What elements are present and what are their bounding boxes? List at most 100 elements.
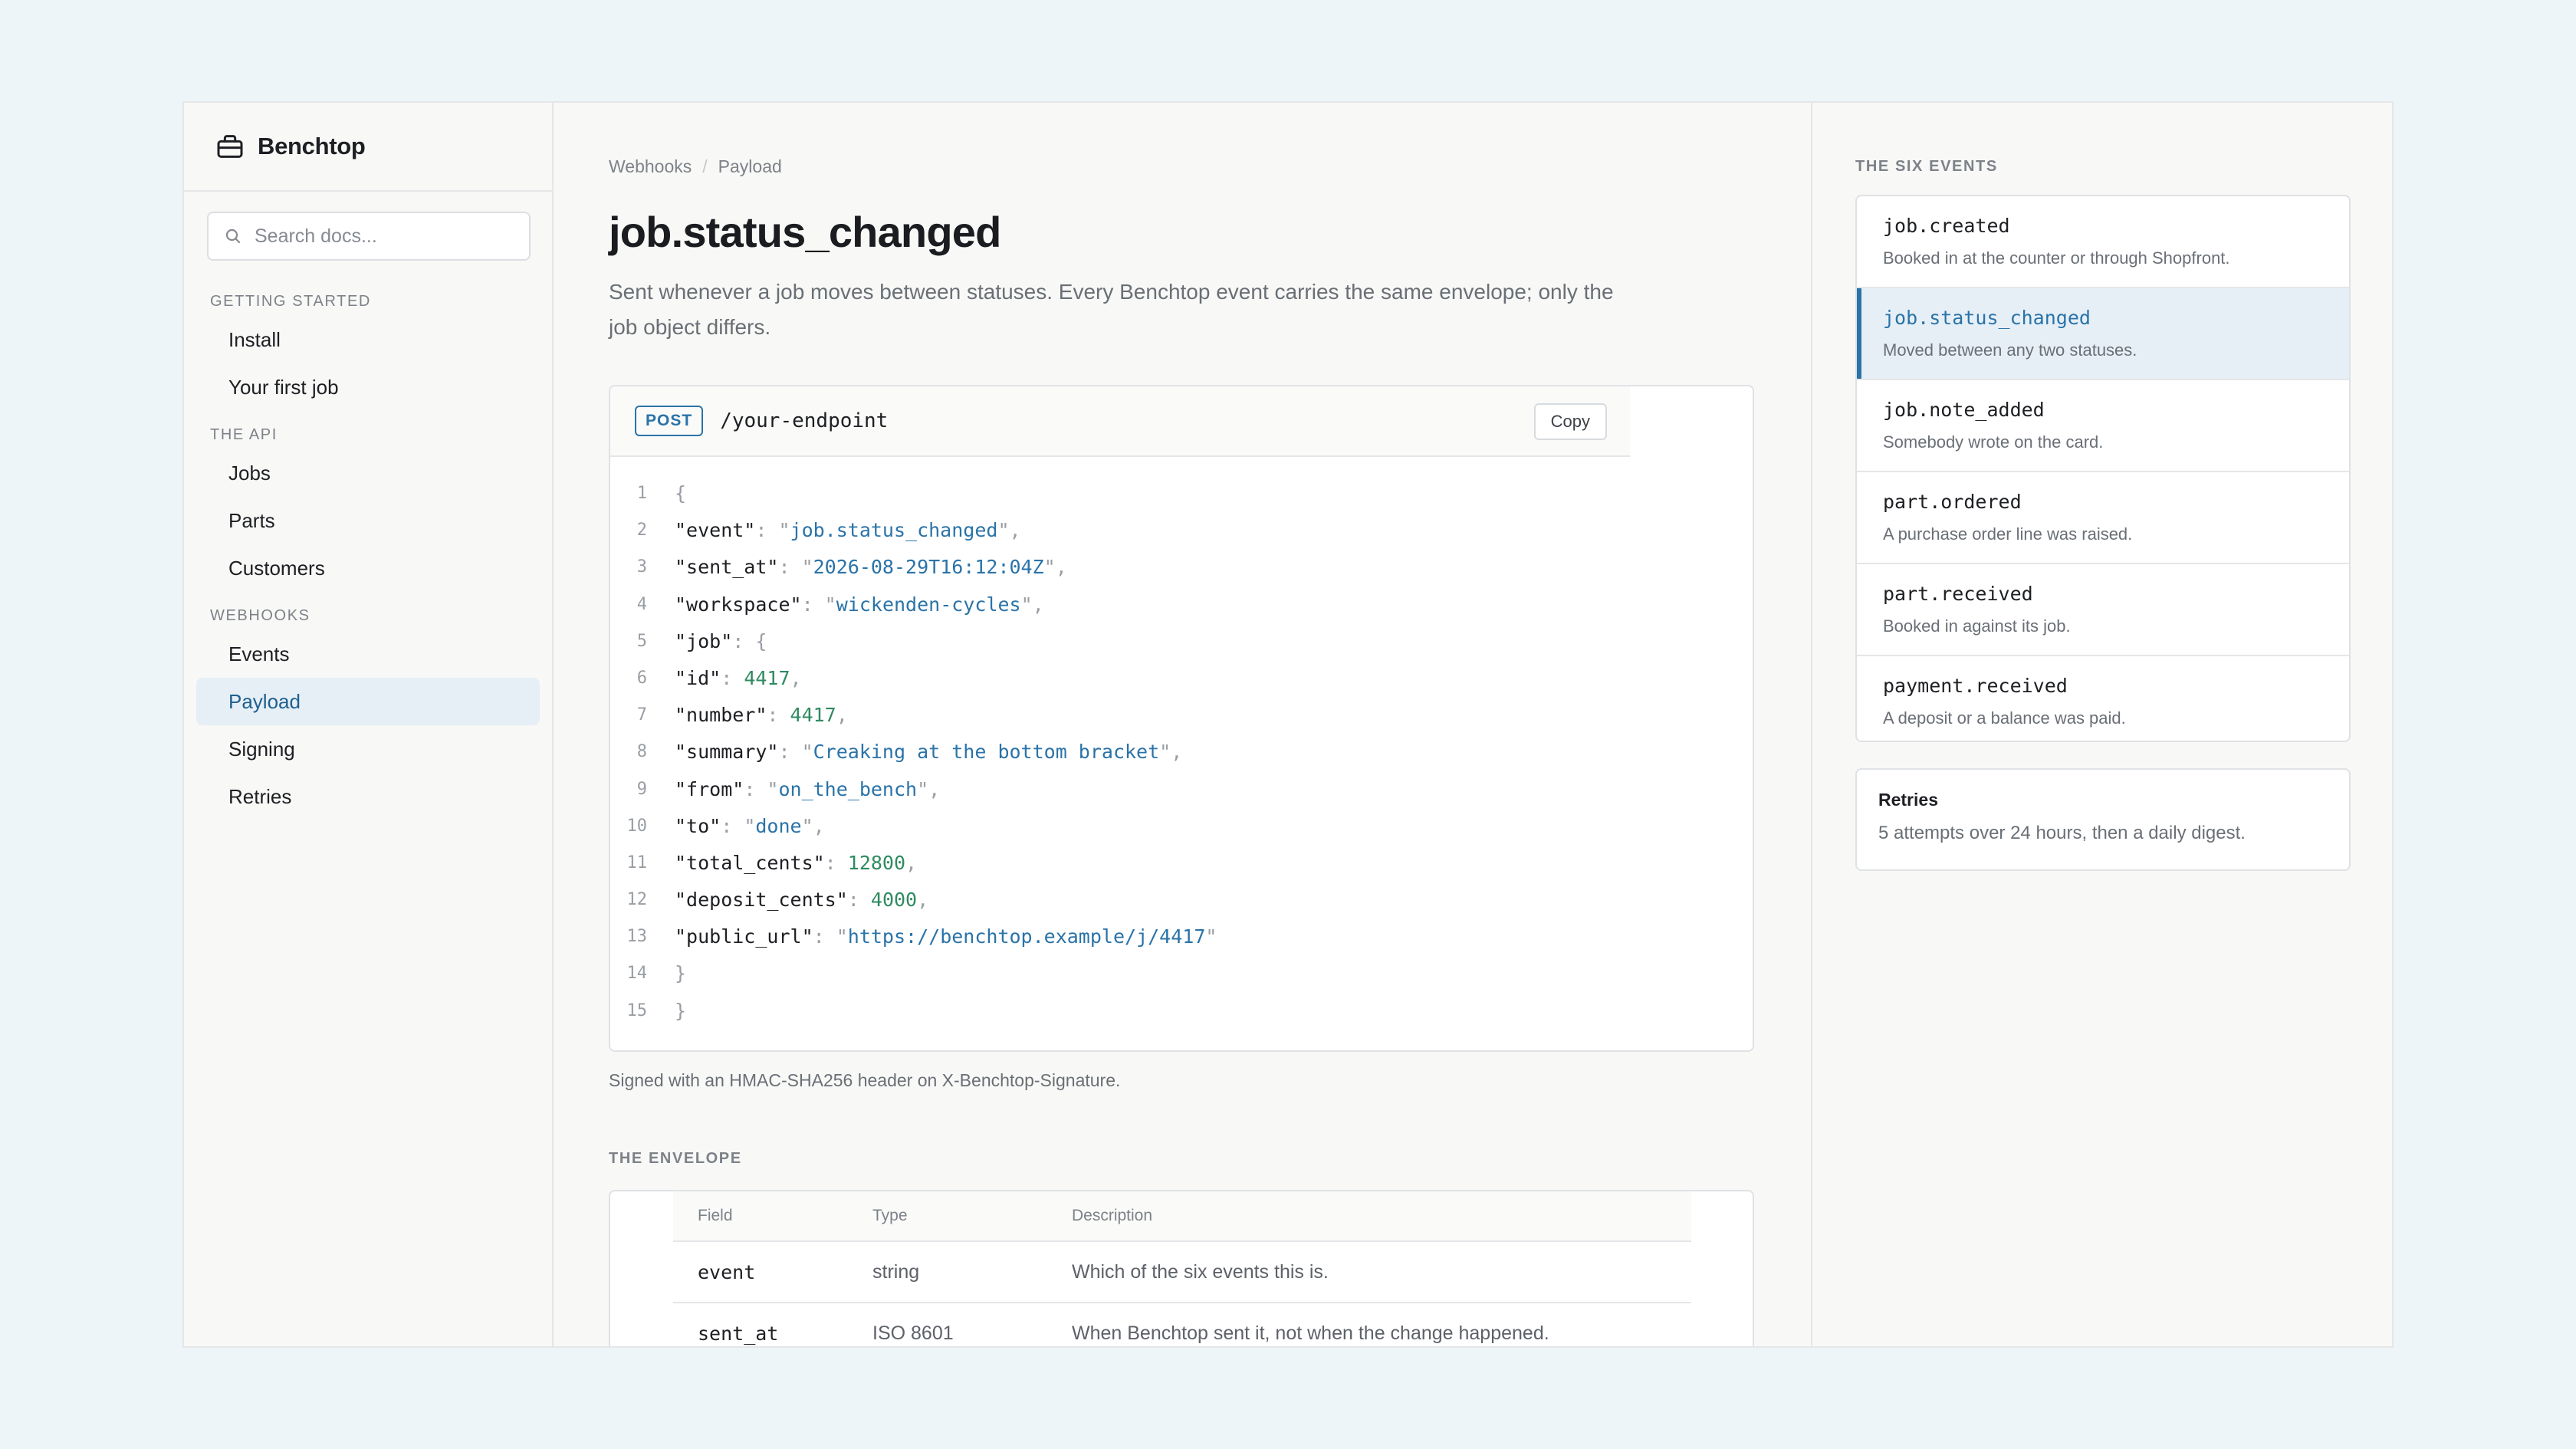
nav-group-getting-started: GETTING STARTED Install Your first job bbox=[184, 287, 552, 411]
code-body[interactable]: 1{ 2 "event": "job.status_changed", 3 "sen… bbox=[610, 457, 1753, 1030]
payload-job-summary: Creaking at the bottom bracket bbox=[813, 741, 1160, 764]
column-header-description: Description bbox=[1072, 1207, 1153, 1224]
payload-code-block: POST /your-endpoint Copy 1{ 2 "event": "j… bbox=[609, 385, 1754, 1052]
sidebar-item-retries[interactable]: Retries bbox=[196, 773, 540, 820]
copy-button[interactable]: Copy bbox=[1533, 403, 1607, 440]
search-input[interactable] bbox=[255, 225, 515, 248]
brand-name: Benchtop bbox=[258, 133, 366, 159]
main-content: Webhooks / Payload job.status_changed Se… bbox=[554, 103, 1812, 1346]
envelope-section-title: THE ENVELOPE bbox=[609, 1150, 742, 1167]
search-box[interactable] bbox=[207, 212, 531, 261]
breadcrumb-payload: Payload bbox=[718, 156, 782, 176]
code-line: 15} bbox=[626, 999, 687, 1022]
table-row: sent_at ISO 8601 When Benchtop sent it, … bbox=[673, 1303, 1691, 1346]
event-item-job-note-added[interactable]: job.note_added Somebody wrote on the car… bbox=[1857, 380, 2349, 472]
code-line: 14} bbox=[626, 962, 687, 985]
code-line: 9 "from": "on_the_bench", bbox=[636, 777, 941, 800]
code-line: 5 "job": { bbox=[636, 629, 767, 652]
field-type: string bbox=[872, 1260, 920, 1283]
code-line: 7 "number": 4417, bbox=[636, 704, 848, 727]
code-line: 2 "event": "job.status_changed", bbox=[636, 519, 1021, 542]
code-line: 6 "id": 4417, bbox=[636, 666, 802, 689]
event-name: job.status_changed bbox=[1883, 307, 2091, 329]
event-description: Moved between any two statuses. bbox=[1883, 340, 2137, 360]
nav-group-title: GETTING STARTED bbox=[210, 293, 371, 310]
event-item-payment-received[interactable]: payment.received A deposit or a balance … bbox=[1857, 656, 2349, 741]
code-line: 8 "summary": "Creaking at the bottom brac… bbox=[636, 741, 1183, 764]
nav-group-title: THE API bbox=[210, 426, 278, 443]
column-header-type: Type bbox=[872, 1207, 908, 1224]
sidebar-nav: GETTING STARTED Install Your first job T… bbox=[184, 281, 552, 820]
event-name: part.ordered bbox=[1883, 491, 2022, 513]
right-rail: THE SIX EVENTS job.created Booked in at … bbox=[1812, 103, 2392, 1346]
event-description: Somebody wrote on the card. bbox=[1883, 432, 2104, 452]
event-name: job.created bbox=[1883, 215, 2010, 237]
sidebar-item-jobs[interactable]: Jobs bbox=[196, 449, 540, 497]
sidebar-item-your-first-job[interactable]: Your first job bbox=[196, 363, 540, 411]
sidebar-item-install[interactable]: Install bbox=[196, 316, 540, 363]
page-title: job.status_changed bbox=[609, 208, 1001, 256]
events-panel-title: THE SIX EVENTS bbox=[1855, 158, 1998, 175]
payload-event: job.status_changed bbox=[790, 519, 998, 542]
sidebar-item-customers[interactable]: Customers bbox=[196, 544, 540, 592]
endpoint-path: /your-endpoint bbox=[720, 409, 889, 432]
retries-title: Retries bbox=[1878, 790, 1938, 810]
event-item-job-created[interactable]: job.created Booked in at the counter or … bbox=[1857, 196, 2349, 288]
sidebar: Benchtop GETTING STARTED Install Your fi… bbox=[184, 103, 554, 1346]
payload-job-number: 4417 bbox=[790, 704, 836, 727]
event-description: Booked in at the counter or through Shop… bbox=[1883, 248, 2230, 268]
code-line: 3 "sent_at": "2026-08-29T16:12:04Z", bbox=[636, 556, 1067, 579]
code-line: 10 "to": "done", bbox=[626, 814, 825, 837]
sidebar-item-events[interactable]: Events bbox=[196, 630, 540, 678]
nav-group-webhooks: WEBHOOKS Events Payload Signing Retries bbox=[184, 601, 552, 820]
code-line: 12 "deposit_cents": 4000, bbox=[626, 889, 929, 912]
payload-job-id: 4417 bbox=[744, 666, 790, 689]
event-description: A purchase order line was raised. bbox=[1883, 524, 2133, 544]
toolbox-icon bbox=[217, 135, 243, 158]
column-header-field: Field bbox=[698, 1207, 733, 1224]
retries-text: 5 attempts over 24 hours, then a daily d… bbox=[1878, 823, 2246, 843]
field-description: When Benchtop sent it, not when the chan… bbox=[1072, 1322, 1549, 1344]
payload-job-from: on_the_bench bbox=[778, 777, 918, 800]
app-frame: Benchtop GETTING STARTED Install Your fi… bbox=[182, 101, 2394, 1348]
event-item-part-ordered[interactable]: part.ordered A purchase order line was r… bbox=[1857, 472, 2349, 564]
event-description: Booked in against its job. bbox=[1883, 616, 2071, 636]
event-name: job.note_added bbox=[1883, 399, 2045, 421]
field-name: sent_at bbox=[698, 1322, 779, 1345]
envelope-table-inner: Field Type Description event string Whic… bbox=[673, 1191, 1691, 1346]
event-name: payment.received bbox=[1883, 675, 2068, 697]
search-icon bbox=[225, 228, 241, 244]
sidebar-item-parts[interactable]: Parts bbox=[196, 497, 540, 544]
envelope-table: Field Type Description event string Whic… bbox=[609, 1190, 1754, 1346]
event-item-part-received[interactable]: part.received Booked in against its job. bbox=[1857, 564, 2349, 656]
payload-job-to: done bbox=[755, 814, 802, 837]
brand[interactable]: Benchtop bbox=[184, 103, 552, 192]
field-description: Which of the six events this is. bbox=[1072, 1260, 1329, 1283]
code-line: 4 "workspace": "wickenden-cycles", bbox=[636, 593, 1044, 616]
nav-group-title: WEBHOOKS bbox=[210, 607, 310, 624]
retries-card: Retries 5 attempts over 24 hours, then a… bbox=[1855, 768, 2351, 871]
field-name: event bbox=[698, 1260, 756, 1283]
event-list: job.created Booked in at the counter or … bbox=[1855, 195, 2351, 742]
sidebar-item-signing[interactable]: Signing bbox=[196, 725, 540, 773]
payload-job-total-cents: 12800 bbox=[847, 851, 906, 874]
sidebar-item-payload[interactable]: Payload bbox=[196, 678, 540, 725]
code-line: 11 "total_cents": 12800, bbox=[626, 851, 918, 874]
table-row: event string Which of the six events thi… bbox=[673, 1242, 1691, 1303]
breadcrumb: Webhooks / Payload bbox=[609, 156, 782, 177]
breadcrumb-separator: / bbox=[702, 156, 708, 176]
http-method-badge: POST bbox=[635, 406, 704, 436]
signature-note: Signed with an HMAC-SHA256 header on X-B… bbox=[609, 1070, 1121, 1090]
table-header: Field Type Description bbox=[673, 1191, 1691, 1242]
event-item-job-status-changed[interactable]: job.status_changed Moved between any two… bbox=[1857, 288, 2349, 380]
payload-job-deposit-cents: 4000 bbox=[870, 889, 918, 912]
event-name: part.received bbox=[1883, 583, 2033, 605]
payload-workspace: wickenden-cycles bbox=[836, 593, 1021, 616]
page-lead: Sent whenever a job moves between status… bbox=[609, 280, 1614, 339]
field-type: ISO 8601 bbox=[872, 1322, 954, 1344]
code-line: 13 "public_url": "https://benchtop.exampl… bbox=[626, 925, 1217, 948]
code-header: POST /your-endpoint Copy bbox=[610, 386, 1630, 457]
nav-group-the-api: THE API Jobs Parts Customers bbox=[184, 420, 552, 592]
payload-sent-at: 2026-08-29T16:12:04Z bbox=[813, 556, 1044, 579]
breadcrumb-webhooks[interactable]: Webhooks bbox=[609, 156, 692, 177]
